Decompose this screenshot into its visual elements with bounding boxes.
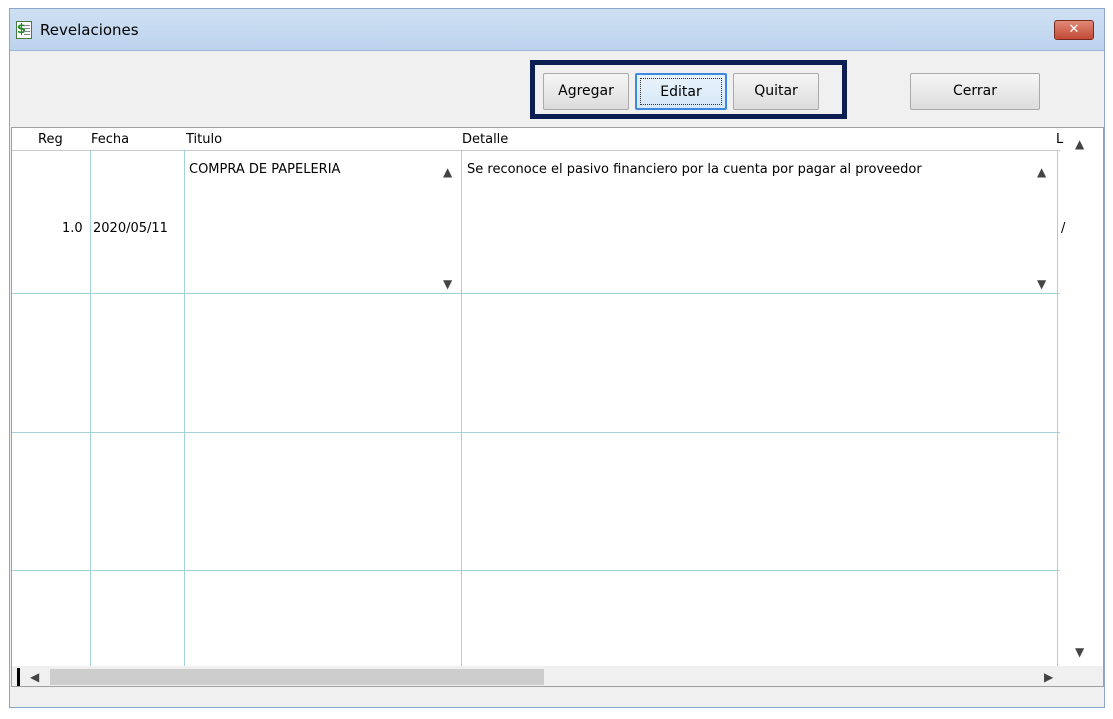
close-button[interactable]: Cerrar (910, 73, 1040, 110)
chevron-left-icon[interactable]: ◀ (30, 671, 39, 683)
revelaciones-window: $ Revelaciones ✕ Agregar Editar Quitar C… (9, 8, 1105, 708)
scroll-up-arrow-icon[interactable]: ▲ (443, 166, 452, 178)
cell-reg[interactable]: 1.0 (62, 221, 83, 236)
chevron-right-icon[interactable]: ▶ (1044, 671, 1053, 683)
header-divider (12, 150, 1060, 151)
window-title: Revelaciones (40, 21, 139, 39)
scroll-down-arrow-icon[interactable]: ▼ (1037, 278, 1046, 290)
scroll-up-arrow-icon[interactable]: ▲ (1037, 166, 1046, 178)
scrollbar-corner (1060, 666, 1103, 686)
cell-titulo[interactable]: COMPRA DE PAPELERIA (189, 162, 340, 177)
vertical-scrollbar[interactable]: ▲ ▼ (1060, 128, 1102, 668)
row-divider (12, 570, 1060, 571)
edit-buttons-highlight (530, 60, 847, 119)
scroll-down-arrow-icon[interactable]: ▼ (443, 278, 452, 290)
column-divider (1057, 150, 1058, 686)
close-window-button[interactable]: ✕ (1054, 20, 1094, 40)
column-header-reg[interactable]: Reg (38, 132, 63, 147)
text-caret (17, 668, 20, 686)
column-header-titulo[interactable]: Titulo (186, 132, 222, 147)
chevron-up-icon[interactable]: ▲ (1075, 138, 1084, 150)
title-bar[interactable]: $ Revelaciones ✕ (10, 9, 1104, 51)
cell-detalle[interactable]: Se reconoce el pasivo financiero por la … (467, 162, 922, 177)
column-divider (461, 150, 462, 686)
horizontal-scroll-thumb[interactable] (50, 669, 544, 685)
row-divider (12, 432, 1060, 433)
cell-fecha[interactable]: 2020/05/11 (93, 221, 168, 236)
close-icon: ✕ (1068, 22, 1080, 37)
column-divider (90, 150, 91, 686)
column-header-detalle[interactable]: Detalle (462, 132, 508, 147)
horizontal-scrollbar[interactable]: ◀ ▶ (12, 666, 1060, 686)
dollar-document-icon: $ (16, 21, 32, 39)
chevron-down-icon[interactable]: ▼ (1075, 646, 1084, 658)
row-divider (12, 293, 1060, 294)
revelaciones-grid[interactable]: Reg Fecha Titulo Detalle L 1.0 2020/05/1… (11, 127, 1104, 687)
column-divider (184, 150, 185, 686)
column-header-fecha[interactable]: Fecha (91, 132, 129, 147)
